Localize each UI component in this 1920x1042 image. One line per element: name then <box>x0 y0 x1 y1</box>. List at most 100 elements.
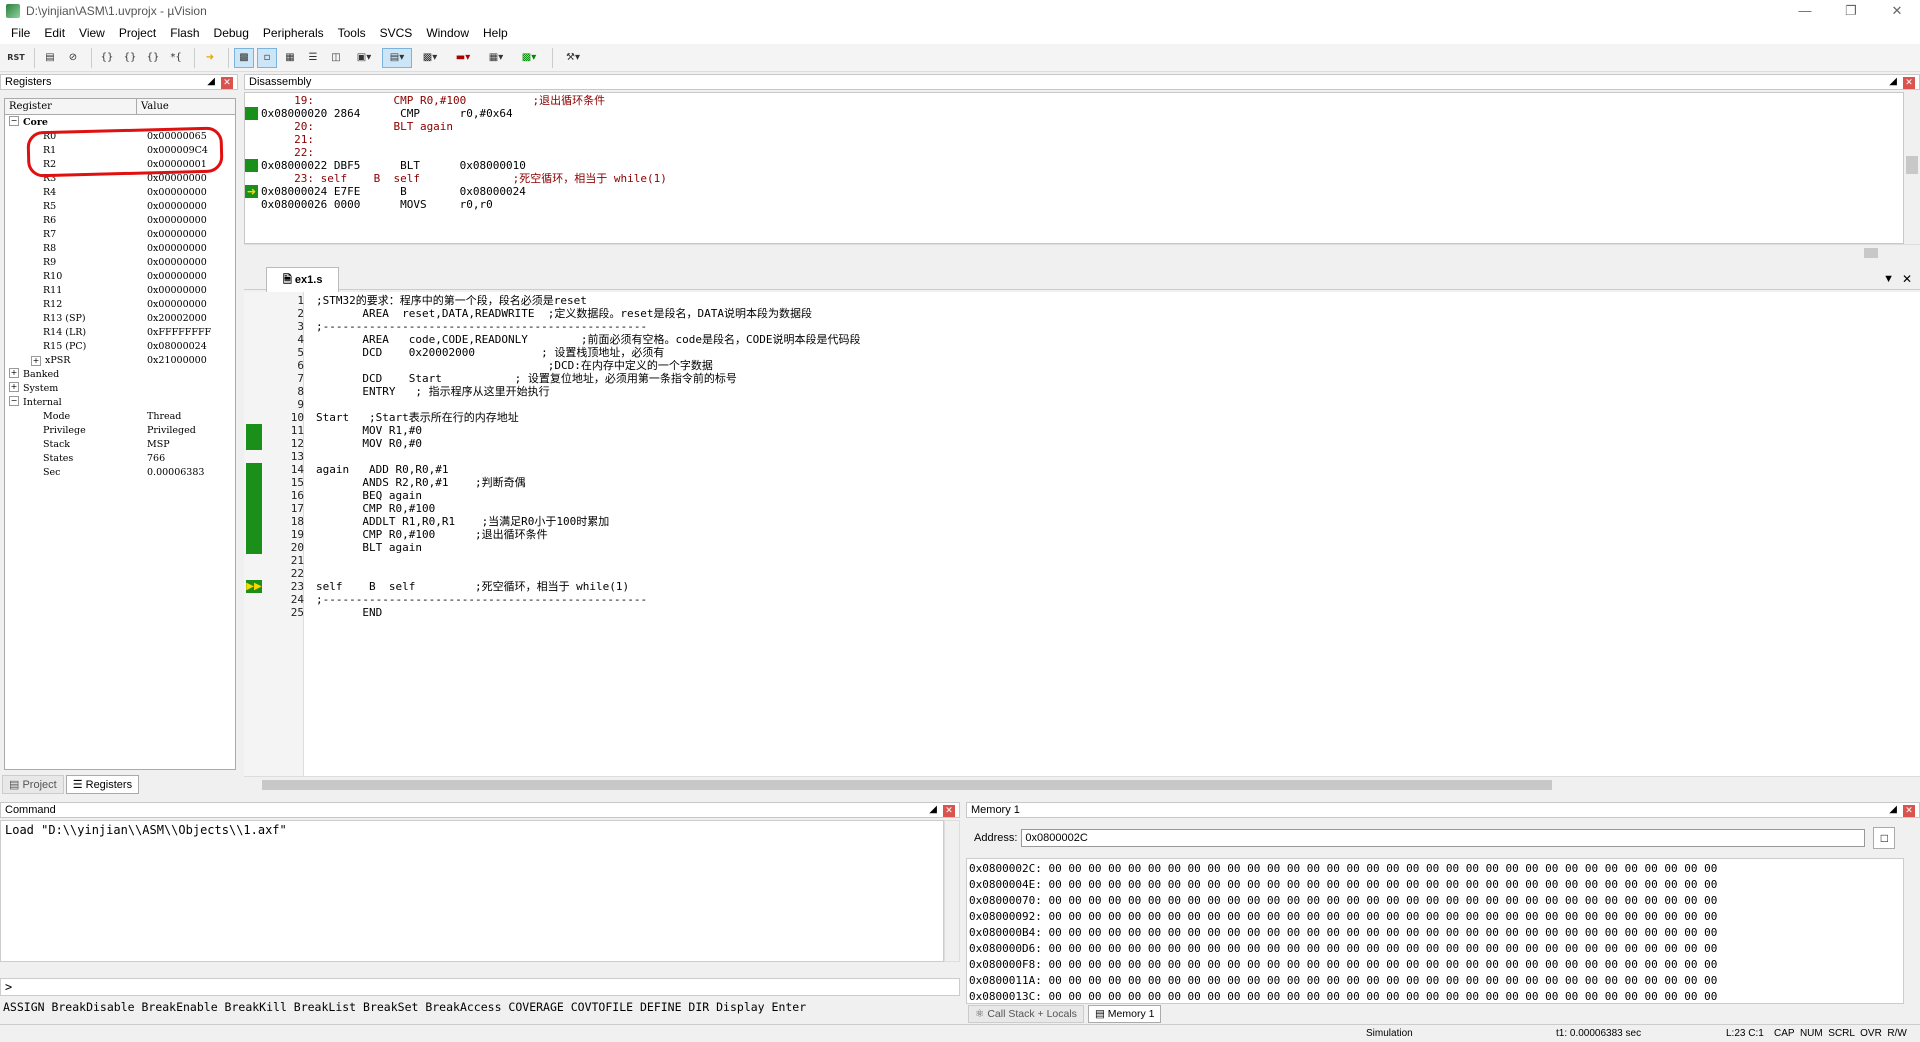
watch-window-dropdown[interactable]: ▣▾ <box>349 48 379 68</box>
step-out-icon[interactable]: {} <box>143 48 163 68</box>
disassembly-vscroll[interactable] <box>1904 92 1920 244</box>
memory-row[interactable]: 0x08000070: 00 00 00 00 00 00 00 00 00 0… <box>969 893 1903 909</box>
register-row[interactable]: R5 0x00000000 <box>9 200 235 214</box>
address-input[interactable]: 0x0800002C <box>1021 829 1866 847</box>
menu-tools[interactable]: Tools <box>331 26 373 40</box>
registers-window-icon[interactable]: ☰ <box>303 48 323 68</box>
command-hscroll[interactable] <box>0 962 944 976</box>
expand-icon[interactable]: + <box>31 356 41 366</box>
memory-bytes[interactable]: 00 00 00 00 00 00 00 00 00 00 00 00 00 0… <box>1048 990 1717 1003</box>
collapse-icon[interactable]: − <box>9 116 19 126</box>
code-line[interactable]: 16 BEQ again <box>244 489 1920 502</box>
disassembly-line[interactable]: ➜ 0x08000024 E7FE B 0x08000024 <box>245 185 1903 198</box>
internal-row[interactable]: Stack MSP <box>9 438 235 452</box>
register-value[interactable]: 0x00000000 <box>147 256 207 270</box>
close-icon[interactable]: ✕ <box>221 77 233 89</box>
toolbox-dropdown[interactable]: ⚒▾ <box>558 48 588 68</box>
tree-system[interactable]: + System <box>9 382 235 396</box>
register-row[interactable]: R12 0x00000000 <box>9 298 235 312</box>
memory-row[interactable]: 0x08000092: 00 00 00 00 00 00 00 00 00 0… <box>969 909 1903 925</box>
register-value[interactable]: 0x00000000 <box>147 228 207 242</box>
close-tab-icon[interactable]: ✕ <box>1902 272 1912 286</box>
pin-icon[interactable]: ◢ <box>1889 76 1897 87</box>
code-line[interactable]: ▶▶ 23 self B self ;死空循环，相当于 while(1) <box>244 580 1920 593</box>
register-row[interactable]: R7 0x00000000 <box>9 228 235 242</box>
code-line[interactable]: 8 ENTRY ; 指示程序从这里开始执行 <box>244 385 1920 398</box>
code-line[interactable]: 4 AREA code,CODE,READONLY ;前面必须有空格。code是… <box>244 333 1920 346</box>
symbols-window-icon[interactable]: ▦ <box>280 48 300 68</box>
memory-bytes[interactable]: 00 00 00 00 00 00 00 00 00 00 00 00 00 0… <box>1048 878 1717 891</box>
register-row[interactable]: + xPSR 0x21000000 <box>9 354 235 368</box>
internal-row[interactable]: Mode Thread <box>9 410 235 424</box>
menu-svcs[interactable]: SVCS <box>373 26 420 40</box>
register-value[interactable]: 0x00000000 <box>147 298 207 312</box>
internal-row[interactable]: Privilege Privileged <box>9 424 235 438</box>
memory-bytes[interactable]: 00 00 00 00 00 00 00 00 00 00 00 00 00 0… <box>1048 862 1717 875</box>
disassembly-line[interactable]: 0x08000020 2864 CMP r0,#0x64 <box>245 107 1903 120</box>
system-viewer-dropdown[interactable]: ▩▾ <box>514 48 544 68</box>
memory-row[interactable]: 0x0800013C: 00 00 00 00 00 00 00 00 00 0… <box>969 989 1903 1003</box>
code-line[interactable]: 1 ;STM32的要求：程序中的第一个段，段名必须是reset <box>244 294 1920 307</box>
tree-internal[interactable]: − Internal <box>9 396 235 410</box>
register-row[interactable]: R14 (LR) 0xFFFFFFFF <box>9 326 235 340</box>
disassembly-line[interactable]: 0x08000022 DBF5 BLT 0x08000010 <box>245 159 1903 172</box>
menu-file[interactable]: File <box>4 26 37 40</box>
reset-button[interactable]: RST <box>6 48 26 68</box>
menu-window[interactable]: Window <box>419 26 476 40</box>
menu-project[interactable]: Project <box>112 26 163 40</box>
register-row[interactable]: R8 0x00000000 <box>9 242 235 256</box>
close-icon[interactable]: ✕ <box>943 805 955 817</box>
register-row[interactable]: R10 0x00000000 <box>9 270 235 284</box>
disassembly-line[interactable]: 22: <box>245 146 1903 159</box>
disassembly-view[interactable]: 19: CMP R0,#100 ;退出循环条件 0x08000020 2864 C… <box>244 92 1904 244</box>
scroll-thumb[interactable] <box>1906 156 1918 174</box>
memory-row[interactable]: 0x080000D6: 00 00 00 00 00 00 00 00 00 0… <box>969 941 1903 957</box>
lock-icon[interactable]: □ <box>1873 827 1896 849</box>
register-row[interactable]: R9 0x00000000 <box>9 256 235 270</box>
memory-row[interactable]: 0x080000F8: 00 00 00 00 00 00 00 00 00 0… <box>969 957 1903 973</box>
internal-row[interactable]: States 766 <box>9 452 235 466</box>
code-line[interactable]: 19 CMP R0,#100 ;退出循环条件 <box>244 528 1920 541</box>
register-value[interactable]: 0xFFFFFFFF <box>147 326 211 340</box>
register-value[interactable]: 0x00000000 <box>147 242 207 256</box>
memory-bytes[interactable]: 00 00 00 00 00 00 00 00 00 00 00 00 00 0… <box>1048 894 1717 907</box>
code-line[interactable]: 24 ;-------------------------------------… <box>244 593 1920 606</box>
code-line[interactable]: 17 CMP R0,#100 <box>244 502 1920 515</box>
code-line[interactable]: 12 MOV R0,#0 <box>244 437 1920 450</box>
code-line[interactable]: 15 ANDS R2,R0,#1 ;判断奇偶 <box>244 476 1920 489</box>
command-input[interactable]: > <box>0 978 960 996</box>
disassembly-window-icon[interactable]: ▫ <box>257 47 277 68</box>
memory-row[interactable]: 0x0800011A: 00 00 00 00 00 00 00 00 00 0… <box>969 973 1903 989</box>
register-row[interactable]: R15 (PC) 0x08000024 <box>9 340 235 354</box>
step-into-icon[interactable]: {} <box>97 48 117 68</box>
trace-window-dropdown[interactable]: ▦▾ <box>481 48 511 68</box>
disassembly-line[interactable]: 21: <box>245 133 1903 146</box>
menu-help[interactable]: Help <box>476 26 515 40</box>
source-editor[interactable]: 1 ;STM32的要求：程序中的第一个段，段名必须是reset 2 AREA res… <box>244 292 1920 776</box>
code-line[interactable]: 5 DCD 0x20002000 ; 设置栈顶地址，必须有 <box>244 346 1920 359</box>
code-line[interactable]: 11 MOV R1,#0 <box>244 424 1920 437</box>
tab-project[interactable]: ▤ Project <box>2 774 64 794</box>
internal-row[interactable]: Sec 0.00006383 <box>9 466 235 480</box>
command-vscroll[interactable] <box>944 820 960 962</box>
call-stack-icon[interactable]: ◫ <box>326 48 346 68</box>
register-value[interactable]: 0x00000000 <box>147 214 207 228</box>
editor-hscroll[interactable] <box>244 776 1920 792</box>
tree-banked[interactable]: + Banked <box>9 368 235 382</box>
expand-icon[interactable]: + <box>9 382 19 392</box>
memory-bytes[interactable]: 00 00 00 00 00 00 00 00 00 00 00 00 00 0… <box>1048 910 1717 923</box>
memory-row[interactable]: 0x0800004E: 00 00 00 00 00 00 00 00 00 0… <box>969 877 1903 893</box>
register-value[interactable]: 0x00000000 <box>147 284 207 298</box>
code-line[interactable]: 21 <box>244 554 1920 567</box>
menu-flash[interactable]: Flash <box>163 26 206 40</box>
code-line[interactable]: 20 BLT again <box>244 541 1920 554</box>
menu-view[interactable]: View <box>72 26 112 40</box>
close-icon[interactable]: ✕ <box>1903 77 1915 89</box>
memory-row[interactable]: 0x080000B4: 00 00 00 00 00 00 00 00 00 0… <box>969 925 1903 941</box>
close-icon[interactable]: ✕ <box>1903 805 1915 817</box>
memory-row[interactable]: 0x0800002C: 00 00 00 00 00 00 00 00 00 0… <box>969 861 1903 877</box>
analysis-window-dropdown[interactable]: ▬▾ <box>448 48 478 68</box>
register-value[interactable]: 0x00000000 <box>147 186 207 200</box>
memory-vscroll[interactable] <box>1904 858 1920 1004</box>
pin-icon[interactable]: ◢ <box>1889 804 1897 815</box>
